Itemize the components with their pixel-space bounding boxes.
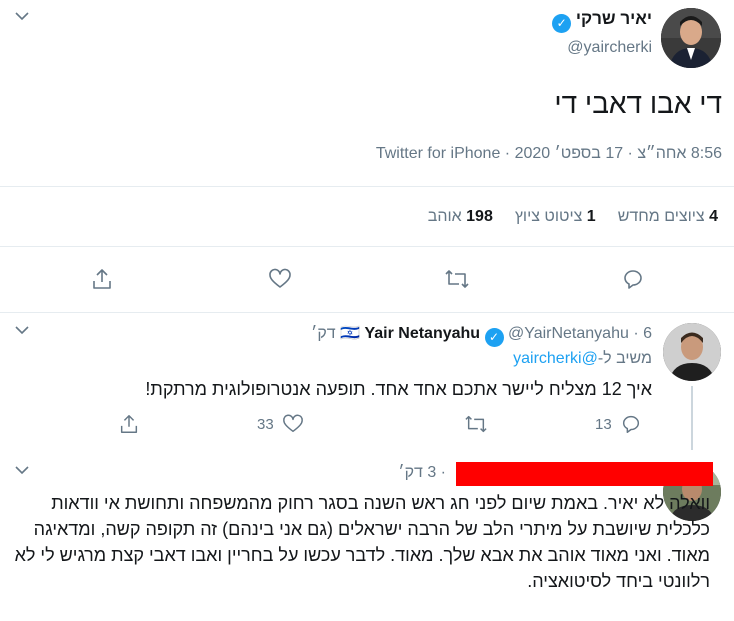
retweet-button[interactable] (456, 413, 488, 435)
avatar[interactable] (661, 8, 721, 68)
thread-line (691, 386, 693, 450)
chevron-down-icon[interactable] (14, 8, 30, 27)
divider (0, 246, 734, 247)
tweet-meta[interactable]: 8:56 אחה״צ · 17 בספט׳ 2020 · Twitter for… (376, 145, 722, 163)
verified-icon: ✓ (484, 328, 504, 347)
tweet-text: די אבו דאבי די (554, 88, 722, 119)
like-icon (268, 267, 292, 291)
retweets-stat[interactable]: 4 ציוצים מחדש (618, 208, 718, 226)
author-handle[interactable]: @YairNetanyahu (508, 325, 629, 342)
retweet-icon (444, 267, 470, 291)
reply-button[interactable]: 13 (595, 413, 642, 435)
retweet-button[interactable] (444, 267, 470, 291)
retweet-icon (464, 413, 488, 435)
share-button[interactable] (90, 267, 114, 291)
avatar[interactable] (663, 323, 721, 381)
divider (0, 312, 734, 313)
share-icon (118, 413, 140, 435)
redacted-name-bar (456, 462, 713, 486)
chevron-down-icon[interactable] (14, 322, 30, 341)
like-button[interactable] (268, 267, 292, 291)
chevron-down-icon[interactable] (14, 462, 30, 481)
likes-stat[interactable]: 198 אוהב (428, 208, 493, 226)
reply-button[interactable] (621, 267, 645, 291)
tweet-text: וואלה לא יאיר. באמת שיום לפני חג ראש השנ… (14, 493, 710, 591)
author-name[interactable]: Yair Netanyahu (364, 325, 480, 342)
quotes-stat[interactable]: 1 ציטוט ציוץ (515, 208, 596, 226)
reply-icon (620, 413, 642, 435)
share-button[interactable] (118, 413, 140, 435)
tweet-stats: 4 ציוצים מחדש 1 ציטוט ציוץ 198 אוהב (428, 208, 718, 226)
author-name[interactable]: יאיר שרקי (576, 9, 652, 28)
tweet-time[interactable]: · 3 דק׳ (398, 464, 446, 482)
tweet-text: איך 12 מצליח ליישר אתכם אחד אחד. תופעה א… (145, 379, 652, 399)
flag-icon: 🇮🇱 (340, 325, 360, 342)
replying-handle-link[interactable]: @yaircherki (513, 350, 598, 367)
replying-to: משיב ל-@yaircherki (513, 350, 652, 367)
share-icon (90, 267, 114, 291)
author-handle[interactable]: @yaircherki (567, 39, 652, 57)
reply-icon (621, 267, 645, 291)
like-icon (282, 413, 304, 435)
divider (0, 186, 734, 187)
reply-count: 13 (595, 415, 612, 433)
like-button[interactable]: 33 (257, 413, 304, 435)
verified-icon: ✓ (552, 14, 572, 33)
like-count: 33 (257, 415, 274, 433)
